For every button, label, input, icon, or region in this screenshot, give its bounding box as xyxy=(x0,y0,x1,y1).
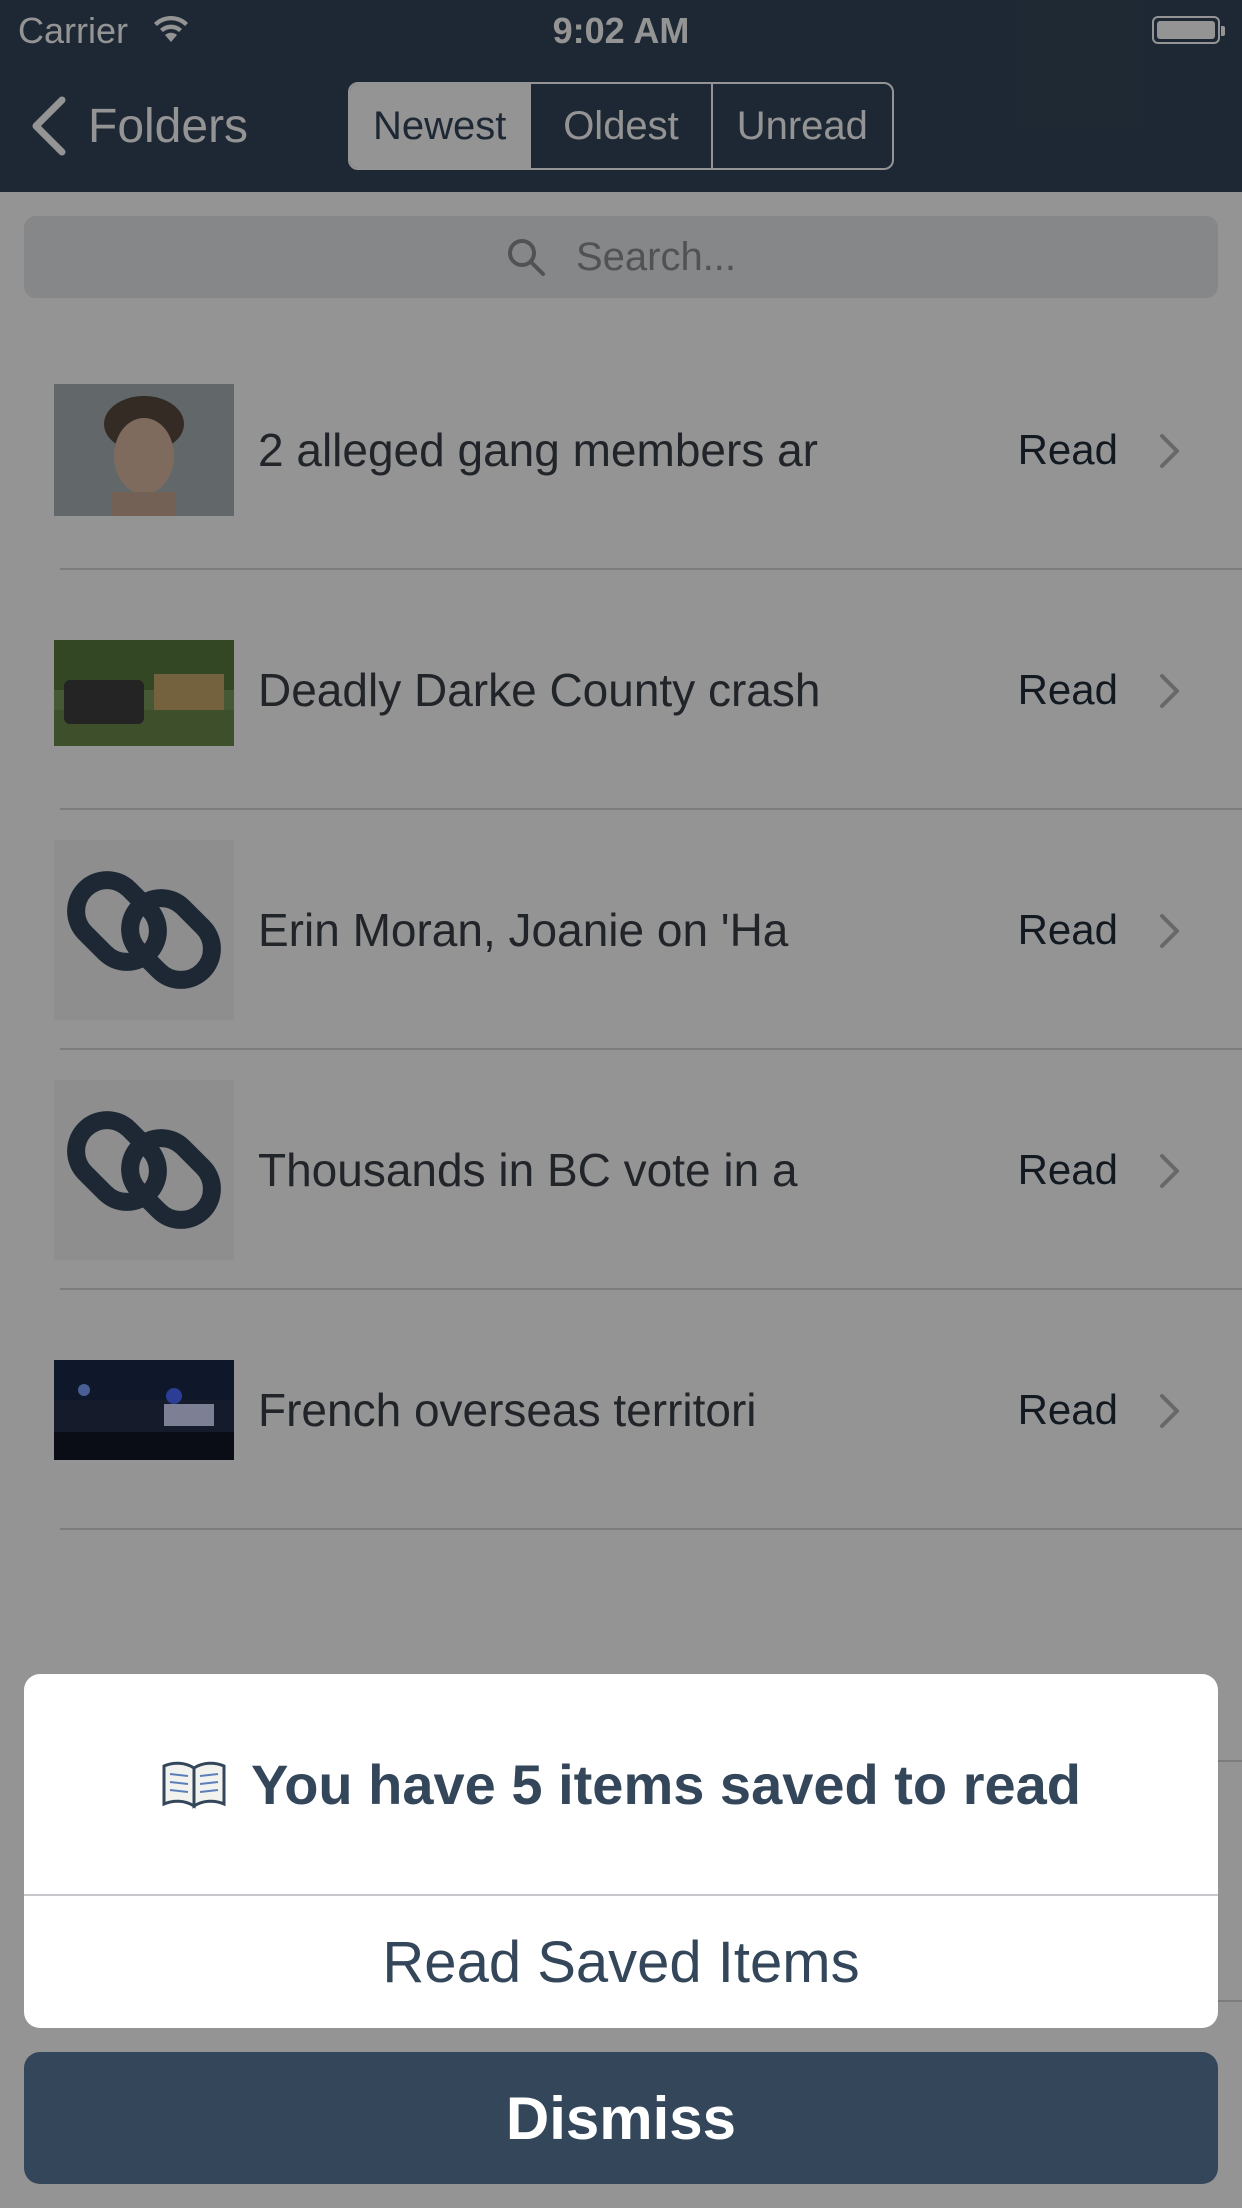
read-saved-items-button[interactable]: Read Saved Items xyxy=(24,1896,1218,2028)
dismiss-button[interactable]: Dismiss xyxy=(24,2052,1218,2184)
action-sheet-message: You have 5 items saved to read xyxy=(251,1752,1081,1816)
open-book-icon xyxy=(162,1761,226,1809)
action-sheet-title: You have 5 items saved to read xyxy=(24,1674,1218,1894)
action-sheet: You have 5 items saved to read Read Save… xyxy=(24,1674,1218,2028)
